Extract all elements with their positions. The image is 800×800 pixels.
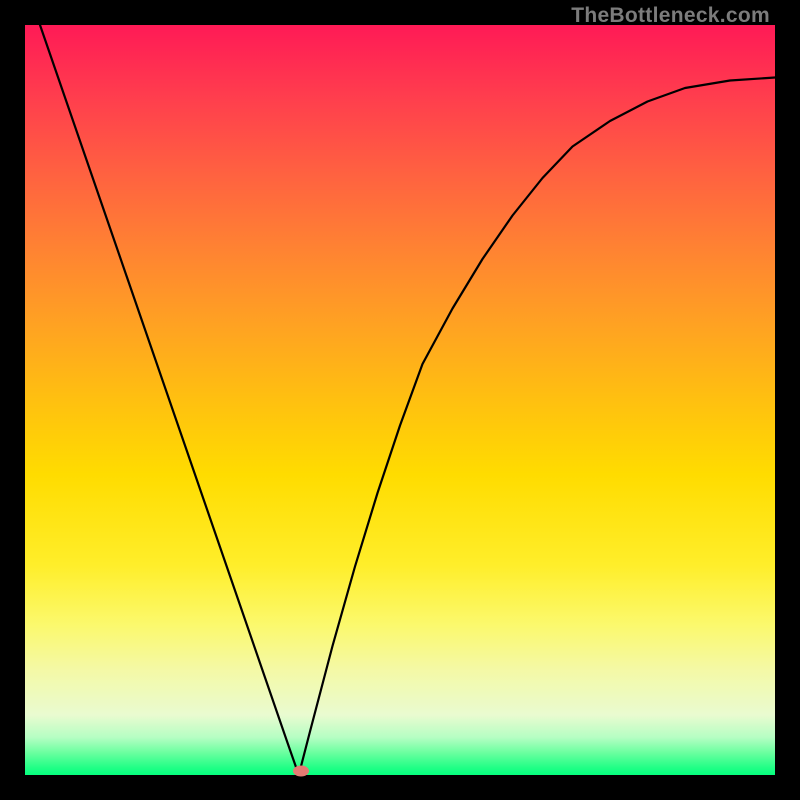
chart-svg bbox=[25, 25, 775, 775]
bottleneck-curve-line bbox=[40, 25, 775, 775]
watermark-text: TheBottleneck.com bbox=[571, 4, 770, 28]
minimum-marker bbox=[293, 766, 309, 777]
